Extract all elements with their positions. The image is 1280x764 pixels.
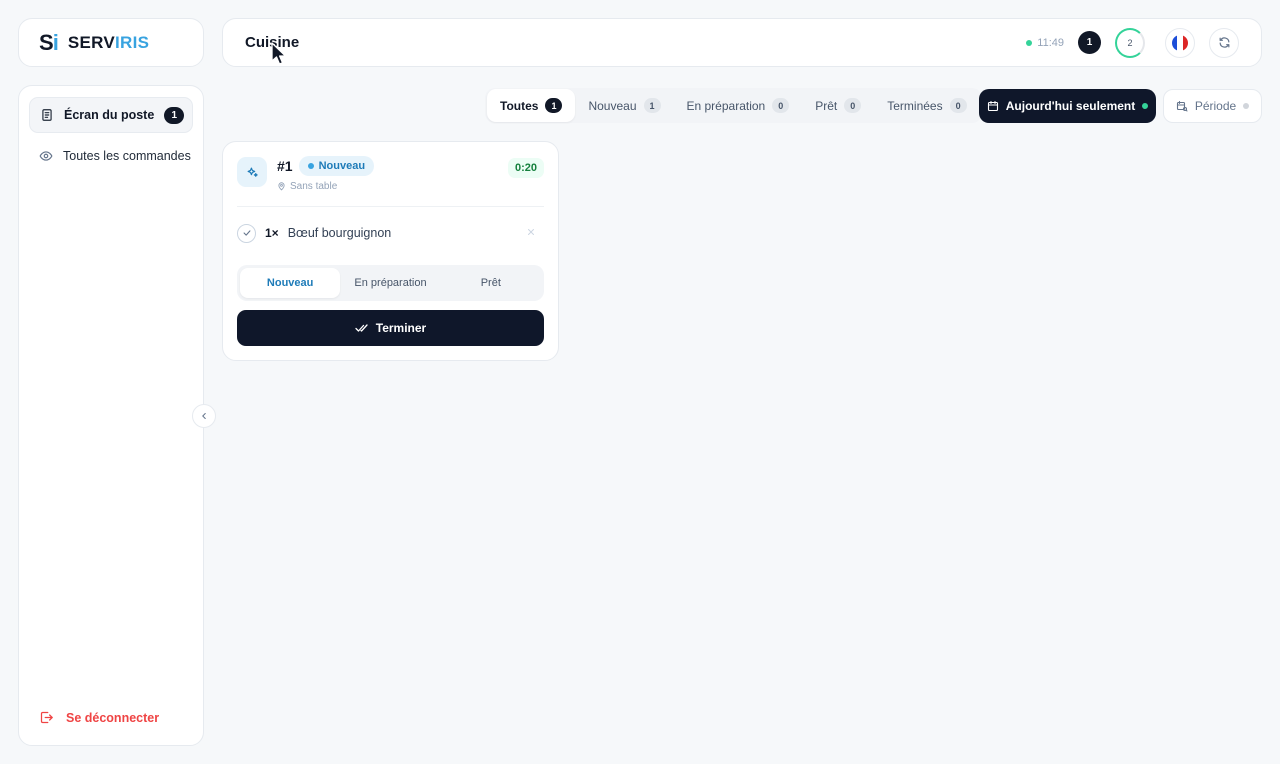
tab-label: Terminées: [887, 98, 943, 113]
tab-count: 1: [643, 98, 661, 113]
sparkle-icon: [237, 157, 267, 187]
logo-text: SERVIRIS: [67, 32, 150, 52]
check-icon: [243, 230, 250, 236]
calendar-search-icon: [1176, 100, 1188, 112]
sidebar-item-station-screen[interactable]: Écran du poste 1: [29, 97, 193, 133]
active-dot-icon: [1142, 103, 1149, 109]
table-label: Sans table: [290, 181, 338, 192]
status-dot-icon: [307, 163, 314, 169]
progress-ring-value: 2: [1127, 37, 1133, 48]
sidebar: Écran du poste 1 Toutes les commandes Se…: [18, 85, 204, 746]
clock: 11:49: [1026, 37, 1064, 49]
finish-label: Terminer: [375, 321, 427, 335]
tab-label: Prêt: [815, 98, 838, 113]
today-only-toggle[interactable]: Aujourd'hui seulement: [979, 89, 1156, 123]
tab-finished[interactable]: Terminées 0: [874, 89, 979, 122]
sidebar-item-label: Écran du poste: [64, 108, 155, 122]
item-quantity: 1×: [265, 226, 279, 240]
logo-mark: Si: [39, 29, 59, 55]
tab-all[interactable]: Toutes 1: [487, 89, 576, 122]
item-name: Bœuf bourguignon: [287, 226, 392, 240]
sidebar-item-all-orders[interactable]: Toutes les commandes: [29, 138, 193, 174]
language-button[interactable]: [1165, 27, 1195, 58]
flag-fr-icon: [1172, 34, 1188, 51]
status-filter-tabs: Toutes 1 Nouveau 1 En préparation 0 Prêt…: [485, 88, 982, 123]
tab-new[interactable]: Nouveau 1: [575, 89, 673, 122]
eye-icon: [39, 151, 53, 161]
close-icon: [528, 229, 534, 235]
today-only-label: Aujourd'hui seulement: [1005, 99, 1136, 113]
period-label: Période: [1194, 99, 1237, 113]
table-info: Sans table: [277, 181, 374, 192]
refresh-button[interactable]: [1209, 27, 1239, 58]
tab-label: Toutes: [500, 98, 539, 113]
double-check-icon: [355, 324, 368, 332]
header-actions: 11:49 1 2: [1026, 27, 1239, 58]
status-label: Nouveau: [318, 160, 366, 172]
clipboard-icon: [42, 109, 52, 121]
logout-icon: [40, 711, 53, 724]
tab-count: 0: [772, 98, 790, 113]
location-pin-icon: [278, 182, 285, 191]
tab-in-preparation[interactable]: En préparation 0: [674, 89, 803, 122]
tab-label: Nouveau: [588, 98, 637, 113]
stage-new-button[interactable]: Nouveau: [240, 268, 341, 298]
tab-ready[interactable]: Prêt 0: [802, 89, 874, 122]
brand-logo: Si SERVIRIS: [18, 18, 204, 67]
online-dot-icon: [1026, 39, 1033, 46]
logout-label: Se déconnecter: [66, 710, 160, 725]
divider: [237, 206, 544, 207]
item-check-button[interactable]: [237, 223, 256, 243]
tab-count: 0: [844, 98, 862, 113]
sidebar-item-label: Toutes les commandes: [63, 149, 191, 163]
order-card: #1 Nouveau Sans table 0:20 1× Bœuf bourg…: [222, 141, 559, 361]
stage-preparation-button[interactable]: En préparation: [340, 268, 440, 298]
order-meta: #1 Nouveau Sans table: [277, 156, 375, 192]
refresh-icon: [1219, 37, 1229, 48]
collapse-sidebar-button[interactable]: [192, 404, 216, 428]
chevron-left-icon: [202, 412, 206, 420]
finish-order-button[interactable]: Terminer: [237, 310, 544, 346]
stage-selector: Nouveau En préparation Prêt: [237, 265, 544, 301]
order-number: #1: [277, 158, 293, 174]
clock-time: 11:49: [1037, 36, 1064, 49]
list-item: 1× Bœuf bourguignon: [237, 219, 544, 247]
tab-count: 1: [545, 98, 563, 113]
order-timer: 0:20: [507, 158, 544, 178]
mouse-cursor-icon: [271, 42, 287, 65]
logout-button[interactable]: Se déconnecter: [39, 710, 159, 725]
status-badge: Nouveau: [298, 156, 375, 176]
top-header: Cuisine 11:49 1 2: [222, 18, 1262, 67]
sidebar-item-badge: 1: [164, 106, 185, 124]
order-count-badge: 1: [1078, 31, 1101, 54]
tab-label: En préparation: [686, 98, 766, 113]
remove-item-button[interactable]: [526, 224, 536, 242]
calendar-icon: [987, 100, 998, 112]
progress-ring: 2: [1115, 27, 1145, 58]
stage-ready-button[interactable]: Prêt: [441, 268, 541, 298]
period-button[interactable]: Période: [1163, 89, 1262, 123]
tab-count: 0: [949, 98, 967, 113]
inactive-dot-icon: [1243, 103, 1250, 109]
order-header: #1 Nouveau Sans table 0:20: [237, 156, 544, 192]
